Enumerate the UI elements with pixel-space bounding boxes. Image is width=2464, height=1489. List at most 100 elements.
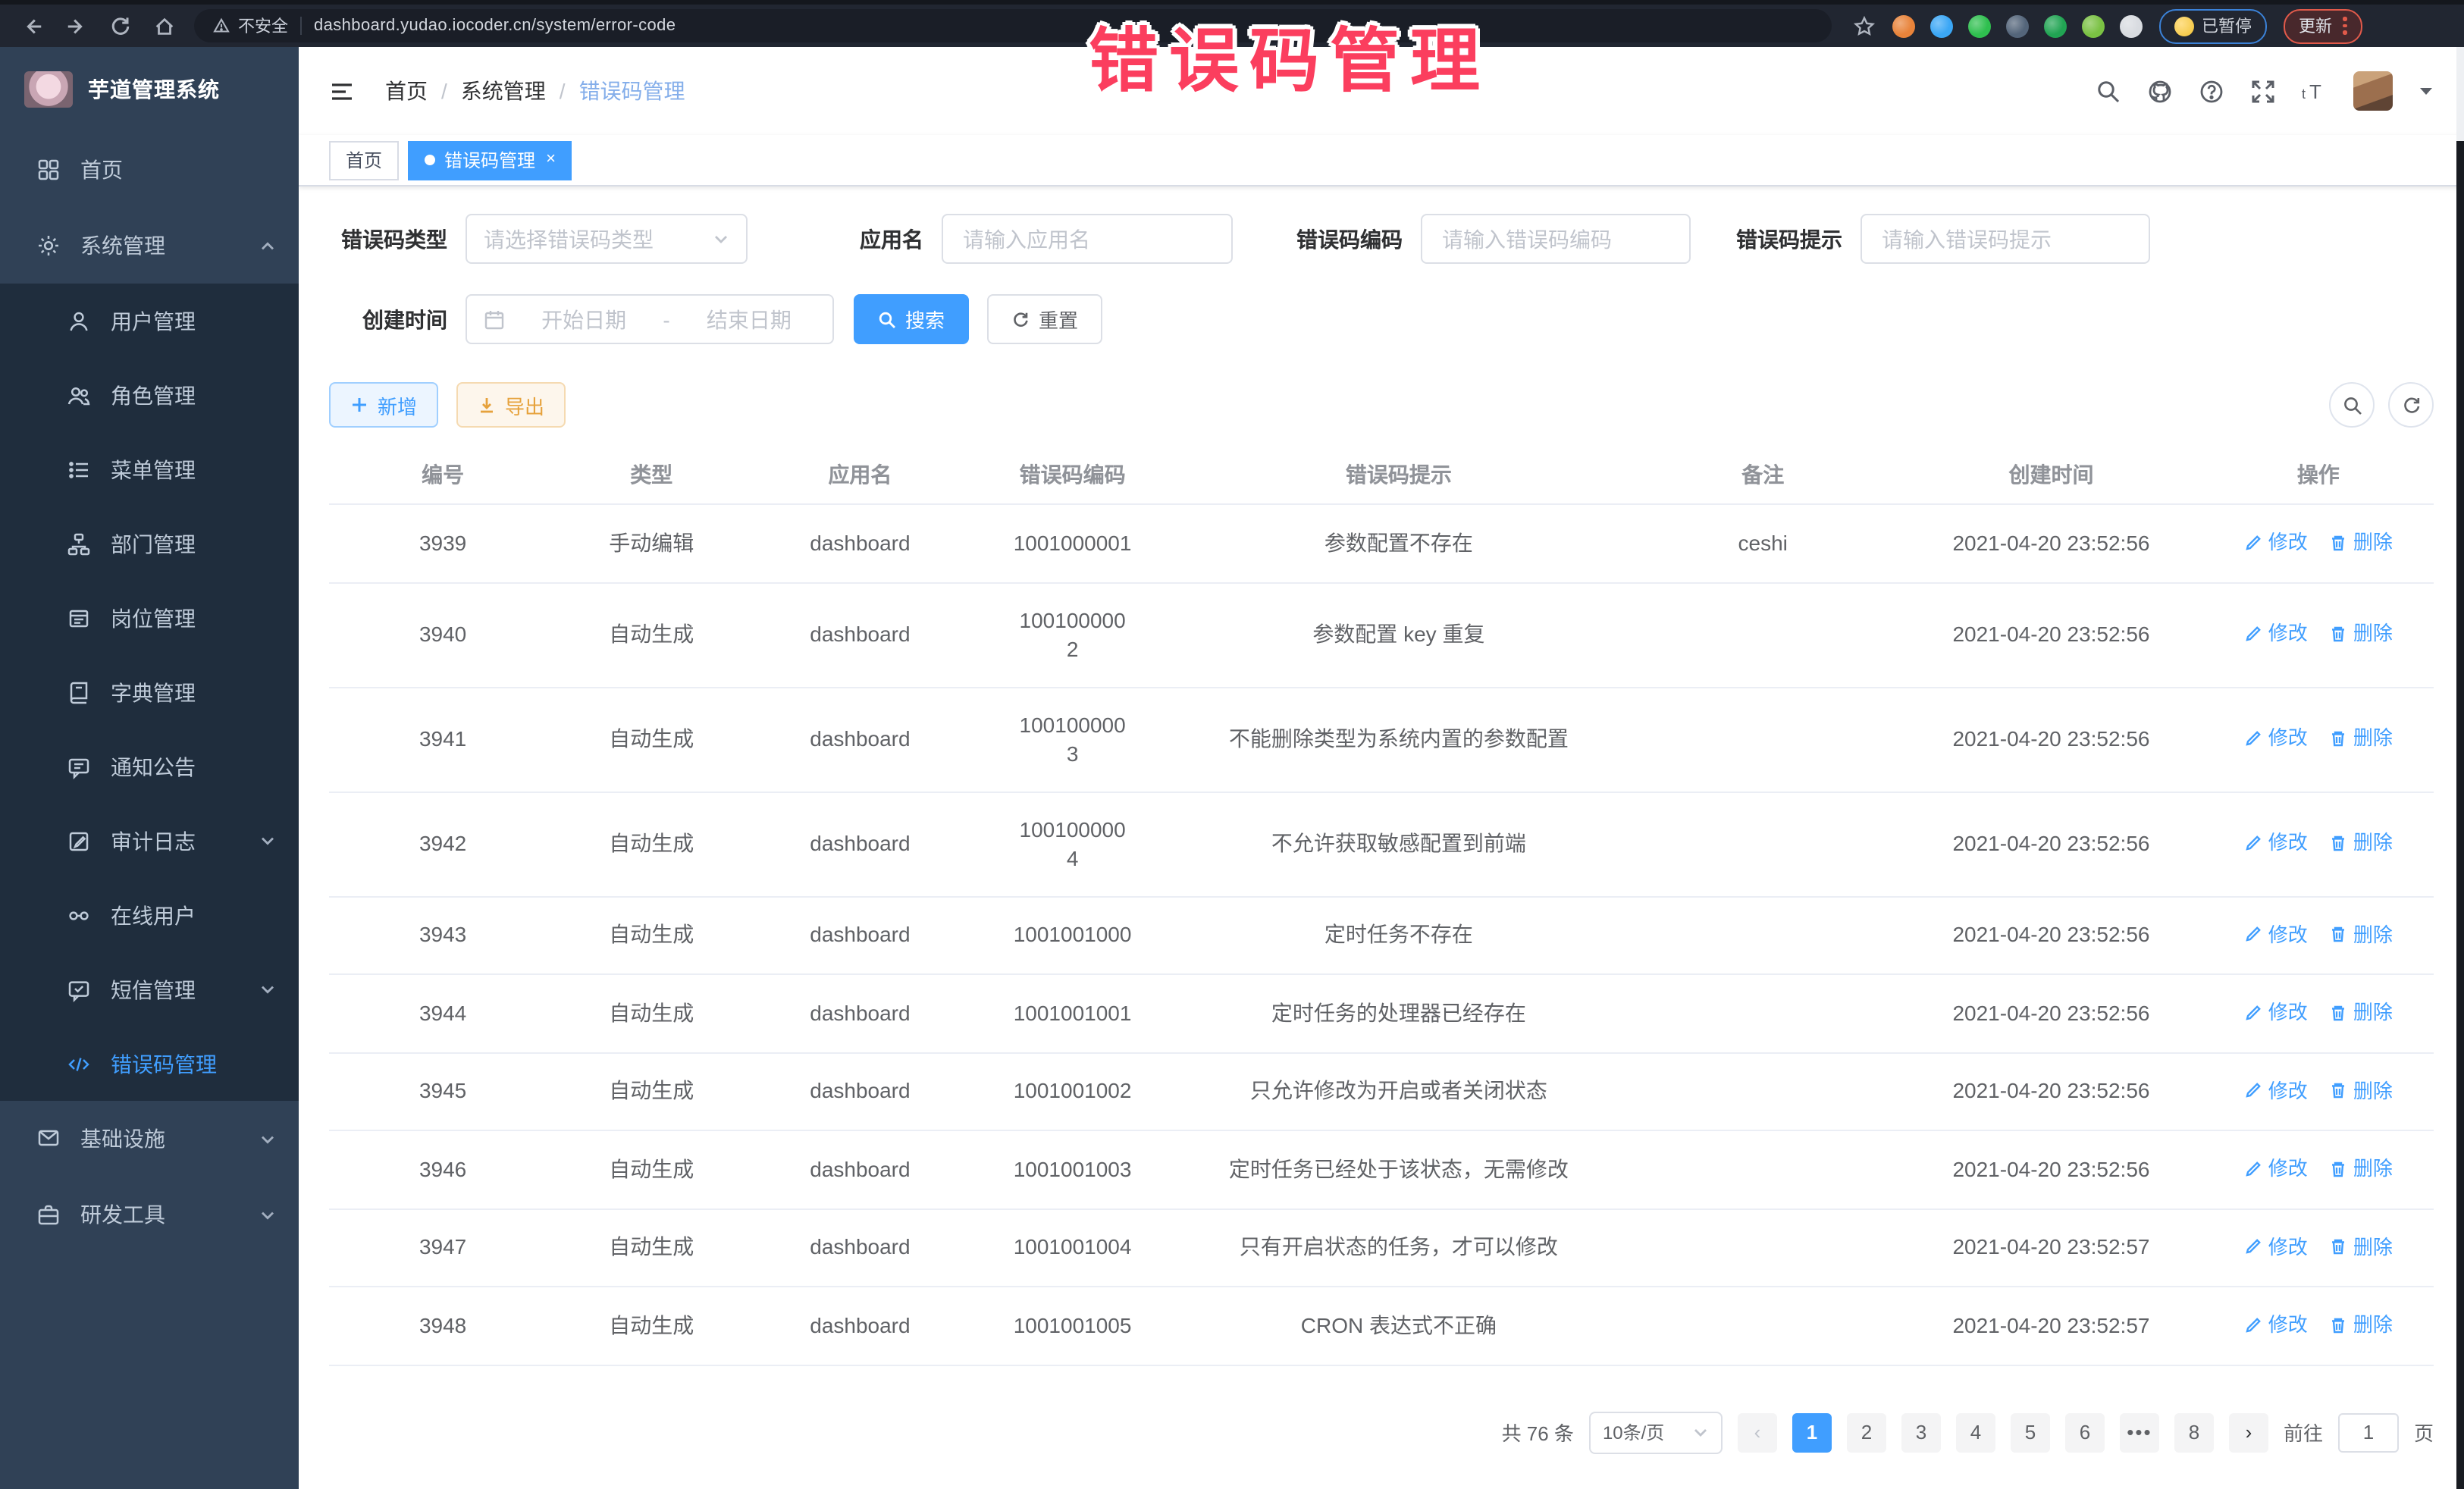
page-button-1[interactable]: 1 bbox=[1792, 1412, 1832, 1452]
search-icon[interactable] bbox=[2096, 78, 2121, 104]
column-header: 应用名 bbox=[746, 446, 973, 504]
bookmark-star-icon[interactable] bbox=[1853, 14, 1876, 37]
sidebar-item-部门管理[interactable]: 部门管理 bbox=[0, 506, 299, 581]
sidebar-item-用户管理[interactable]: 用户管理 bbox=[0, 284, 299, 358]
column-header: 类型 bbox=[556, 446, 746, 504]
sidebar-item-首页[interactable]: 首页 bbox=[0, 132, 299, 208]
error-hint-input[interactable] bbox=[1879, 225, 2132, 252]
sidebar-item-字典管理[interactable]: 字典管理 bbox=[0, 655, 299, 729]
collapse-sidebar-icon[interactable] bbox=[329, 78, 355, 104]
delete-link[interactable]: 删除 bbox=[2329, 829, 2393, 857]
delete-link[interactable]: 删除 bbox=[2329, 1310, 2393, 1339]
sidebar-item-通知公告[interactable]: 通知公告 bbox=[0, 729, 299, 804]
delete-link[interactable]: 删除 bbox=[2329, 1076, 2393, 1105]
search-button[interactable]: 搜索 bbox=[854, 294, 969, 344]
sidebar-item-错误码管理[interactable]: 错误码管理 bbox=[0, 1027, 299, 1101]
page-button-6[interactable]: 6 bbox=[2065, 1412, 2105, 1452]
page-button-2[interactable]: 2 bbox=[1847, 1412, 1886, 1452]
sidebar-item-审计日志[interactable]: 审计日志 bbox=[0, 804, 299, 878]
delete-link[interactable]: 删除 bbox=[2329, 528, 2393, 556]
add-button[interactable]: 新增 bbox=[329, 382, 438, 428]
sidebar-item-label: 通知公告 bbox=[111, 751, 196, 782]
tab-error-code[interactable]: 错误码管理 × bbox=[408, 140, 572, 180]
security-warning[interactable]: 不安全 bbox=[212, 14, 288, 38]
help-icon[interactable] bbox=[2199, 78, 2224, 104]
edit-link[interactable]: 修改 bbox=[2244, 1310, 2308, 1339]
breadcrumb-system[interactable]: 系统管理 bbox=[461, 76, 546, 106]
delete-link[interactable]: 删除 bbox=[2329, 619, 2393, 648]
user-avatar[interactable] bbox=[2353, 71, 2393, 111]
more-pages-button[interactable]: ••• bbox=[2120, 1412, 2159, 1452]
edit-link[interactable]: 修改 bbox=[2244, 829, 2308, 857]
date-range-picker[interactable]: 开始日期 - 结束日期 bbox=[466, 294, 834, 344]
sidebar-item-基础设施[interactable]: 基础设施 bbox=[0, 1101, 299, 1177]
github-icon[interactable] bbox=[2147, 78, 2173, 104]
font-size-icon[interactable]: tT bbox=[2302, 78, 2328, 104]
extension-proxy-on[interactable] bbox=[2044, 14, 2067, 37]
delete-link[interactable]: 删除 bbox=[2329, 998, 2393, 1027]
extension-green-y[interactable] bbox=[1968, 14, 1991, 37]
edit-link[interactable]: 修改 bbox=[2244, 1232, 2308, 1261]
sidebar-item-短信管理[interactable]: 短信管理 bbox=[0, 952, 299, 1027]
error-code-field[interactable] bbox=[1421, 214, 1691, 264]
browser-menu-icon[interactable] bbox=[2343, 17, 2346, 35]
column-header: 错误码提示 bbox=[1171, 446, 1626, 504]
sidebar-item-研发工具[interactable]: 研发工具 bbox=[0, 1177, 299, 1252]
window-scrollbar[interactable] bbox=[2456, 47, 2464, 1489]
page-button-8[interactable]: 8 bbox=[2174, 1412, 2214, 1452]
refresh-table-button[interactable] bbox=[2388, 382, 2434, 428]
edit-link[interactable]: 修改 bbox=[2244, 724, 2308, 753]
reset-button[interactable]: 重置 bbox=[987, 294, 1102, 344]
error-code-input[interactable] bbox=[1439, 225, 1672, 252]
next-page-button[interactable]: › bbox=[2229, 1412, 2268, 1452]
extension-puzzle[interactable] bbox=[2120, 14, 2143, 37]
chevron-down-icon[interactable] bbox=[2419, 83, 2434, 99]
edit-link[interactable]: 修改 bbox=[2244, 998, 2308, 1027]
sidebar-item-系统管理[interactable]: 系统管理 bbox=[0, 208, 299, 284]
update-button[interactable]: 更新 bbox=[2284, 8, 2362, 43]
edit-link[interactable]: 修改 bbox=[2244, 920, 2308, 948]
app-logo[interactable]: 芋道管理系统 bbox=[0, 47, 299, 132]
delete-link[interactable]: 删除 bbox=[2329, 724, 2393, 753]
page-button-5[interactable]: 5 bbox=[2011, 1412, 2050, 1452]
forward-icon[interactable] bbox=[65, 14, 88, 37]
edit-link[interactable]: 修改 bbox=[2244, 619, 2308, 648]
app-name-field[interactable] bbox=[942, 214, 1233, 264]
app-name-input[interactable] bbox=[960, 225, 1215, 252]
address-bar[interactable]: 不安全 dashboard.yudao.iocoder.cn/system/er… bbox=[194, 9, 1832, 42]
prev-page-button[interactable]: ‹ bbox=[1738, 1412, 1777, 1452]
edit-link[interactable]: 修改 bbox=[2244, 1076, 2308, 1105]
sidebar-item-菜单管理[interactable]: 菜单管理 bbox=[0, 432, 299, 506]
fullscreen-icon[interactable] bbox=[2250, 78, 2276, 104]
end-date[interactable]: 结束日期 bbox=[682, 304, 816, 334]
extension-green-person[interactable] bbox=[2082, 14, 2105, 37]
page-size-select[interactable]: 10条/页 bbox=[1589, 1411, 1723, 1453]
delete-link[interactable]: 删除 bbox=[2329, 920, 2393, 948]
sidebar-item-岗位管理[interactable]: 岗位管理 bbox=[0, 581, 299, 655]
page-button-4[interactable]: 4 bbox=[1956, 1412, 1995, 1452]
delete-link[interactable]: 删除 bbox=[2329, 1154, 2393, 1183]
edit-link[interactable]: 修改 bbox=[2244, 528, 2308, 556]
delete-link[interactable]: 删除 bbox=[2329, 1232, 2393, 1261]
error-type-select[interactable]: 请选择错误码类型 bbox=[466, 214, 748, 264]
extension-orange-target[interactable] bbox=[1892, 14, 1915, 37]
home-icon[interactable] bbox=[153, 14, 176, 37]
close-tab-icon[interactable]: × bbox=[546, 152, 556, 168]
goto-page-input[interactable] bbox=[2338, 1412, 2399, 1452]
breadcrumb-home[interactable]: 首页 bbox=[385, 76, 428, 106]
sidebar-item-在线用户[interactable]: 在线用户 bbox=[0, 878, 299, 952]
back-icon[interactable] bbox=[21, 14, 44, 37]
profile-paused-badge[interactable]: 已暂停 bbox=[2159, 8, 2267, 43]
extension-grid[interactable] bbox=[2006, 14, 2029, 37]
start-date[interactable]: 开始日期 bbox=[517, 304, 650, 334]
page-button-3[interactable]: 3 bbox=[1901, 1412, 1941, 1452]
show-search-icon-button[interactable] bbox=[2329, 382, 2375, 428]
scrollbar-thumb[interactable] bbox=[2456, 47, 2464, 141]
edit-link[interactable]: 修改 bbox=[2244, 1154, 2308, 1183]
export-button[interactable]: 导出 bbox=[456, 382, 566, 428]
reload-icon[interactable] bbox=[109, 14, 132, 37]
error-hint-field[interactable] bbox=[1861, 214, 2150, 264]
extension-blue-gem[interactable] bbox=[1930, 14, 1953, 37]
sidebar-item-角色管理[interactable]: 角色管理 bbox=[0, 358, 299, 432]
tab-home[interactable]: 首页 bbox=[329, 140, 399, 180]
